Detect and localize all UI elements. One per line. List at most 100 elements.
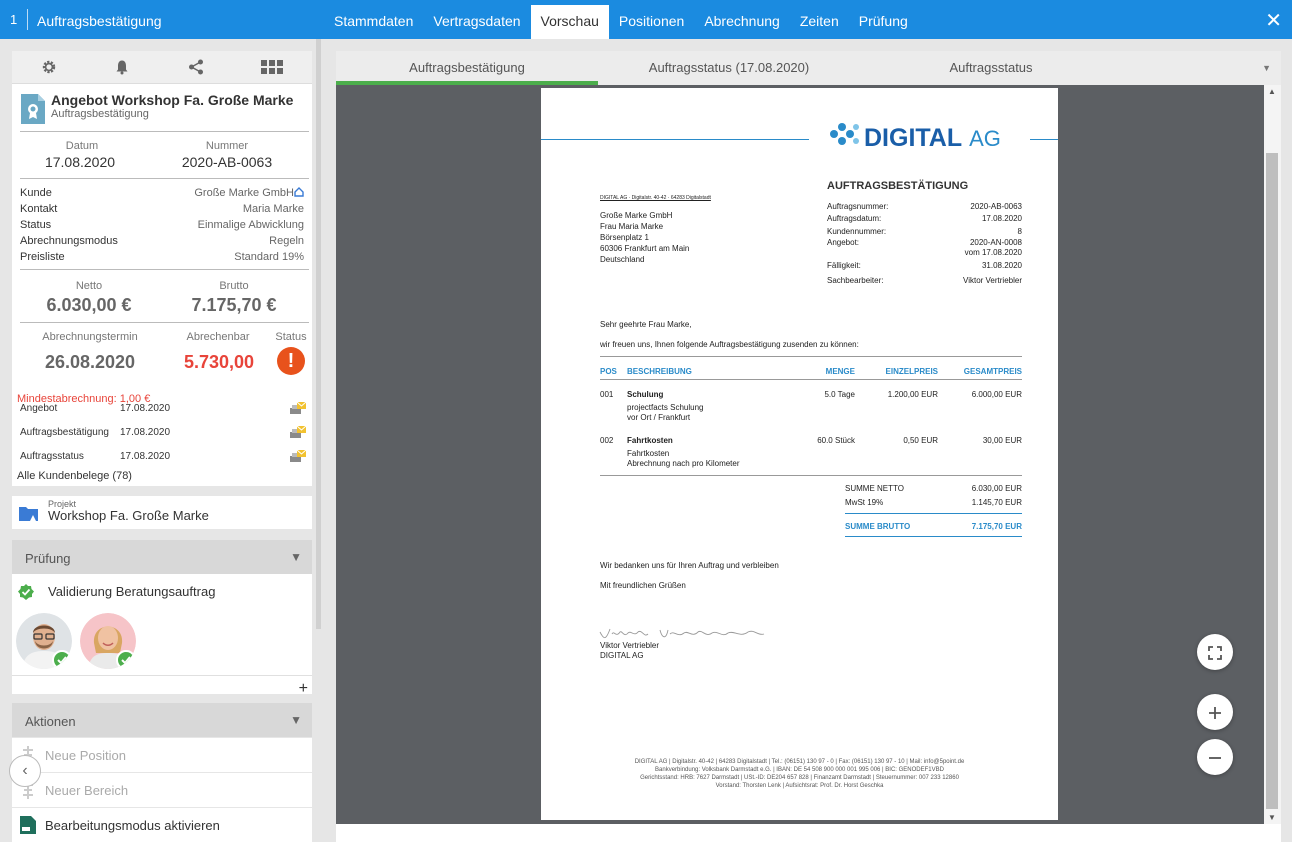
divider [12, 675, 312, 676]
sum-rule [845, 536, 1022, 537]
avatar[interactable] [16, 613, 72, 669]
zoom-in-button[interactable] [1197, 694, 1233, 730]
beleg-row[interactable]: Auftragsstatus 17.08.2020 [20, 449, 306, 467]
print-mail-icon[interactable] [290, 401, 306, 417]
address-line: Börsenplatz 1 [600, 233, 649, 242]
row-desc: vor Ort / Frankfurt [627, 413, 691, 422]
alle-kundenbelege-link[interactable]: Alle Kundenbelege (78) [17, 470, 132, 482]
action-neuer-bereich[interactable]: Neuer Bereich [12, 772, 312, 806]
company-logo: DIGITAL AG [864, 124, 1001, 153]
field-kunde: Kunde Große Marke GmbH [20, 187, 304, 199]
nummer-label: Nummer [205, 140, 249, 152]
info-value: 8 [1017, 227, 1022, 236]
project-card[interactable]: Projekt Workshop Fa. Große Marke [12, 496, 312, 529]
collapse-icon[interactable]: ▼ [290, 713, 302, 727]
section-title: Aktionen [25, 714, 76, 729]
project-value[interactable]: Workshop Fa. Große Marke [48, 508, 209, 523]
fullscreen-button[interactable] [1197, 634, 1233, 670]
preview-panel: Auftragsbestätigung Auftragsstatus (17.0… [336, 51, 1281, 842]
dropdown-icon[interactable]: ▼ [1262, 63, 1271, 73]
panel-splitter[interactable] [316, 39, 321, 629]
datum-label: Datum [65, 140, 99, 152]
footer-line: Bankverbindung: Volksbank Darmstadt e.G.… [655, 767, 944, 773]
aktionen-header[interactable]: Aktionen ▼ [12, 703, 312, 737]
action-label: Bearbeitungsmodus aktivieren [45, 818, 220, 833]
table-rule [600, 356, 1022, 357]
row-menge: 60.0 Stück [817, 436, 855, 445]
warning-icon[interactable]: ! [277, 347, 305, 375]
footer-line: Vorstand: Thorsten Lenk | Aufsichtsrat: … [715, 783, 884, 789]
fullscreen-icon [1208, 646, 1222, 660]
row-menge: 5.0 Tage [824, 390, 855, 399]
sum-rule [845, 513, 1022, 514]
beleg-name: Angebot [20, 403, 58, 414]
row-pos: 001 [600, 390, 614, 399]
netto-label: Netto [75, 280, 103, 292]
tab-pruefung[interactable]: Prüfung [849, 5, 918, 39]
col-header-pos: POS [600, 367, 617, 376]
viewer-scrollbar[interactable]: ▲ ▼ [1264, 85, 1281, 824]
edit-document-icon [20, 816, 36, 834]
collapse-icon[interactable]: ▼ [290, 550, 302, 564]
pruefung-card: Prüfung ▼ Validierung Beratungsauftrag + [12, 540, 312, 697]
scrollbar-thumb[interactable] [1266, 153, 1278, 809]
netto-value: 6.030,00 € [46, 295, 132, 315]
beleg-row[interactable]: Auftragsbestätigung 17.08.2020 [20, 425, 306, 443]
greeting: Sehr geehrte Frau Marke, [600, 320, 692, 329]
tab-zeiten[interactable]: Zeiten [790, 5, 849, 39]
tab-abrechnung[interactable]: Abrechnung [694, 5, 790, 39]
home-icon[interactable] [294, 187, 304, 197]
field-status: Status Einmalige Abwicklung [20, 219, 304, 231]
beleg-name: Auftragsbestätigung [20, 427, 109, 438]
action-label: Neue Position [45, 748, 126, 763]
plus-icon [1209, 707, 1221, 719]
letterhead-line [541, 139, 809, 140]
zoom-out-button[interactable] [1197, 739, 1233, 775]
add-icon[interactable]: + [299, 680, 308, 698]
section-title: Prüfung [25, 551, 71, 566]
tab-vorschau[interactable]: Vorschau [530, 5, 609, 39]
address-line: Deutschland [600, 255, 645, 264]
tab-stammdaten[interactable]: Stammdaten [324, 5, 423, 39]
beleg-row[interactable]: Angebot 17.08.2020 [20, 401, 306, 419]
row-desc: Abrechnung nach pro Kilometer [627, 459, 740, 468]
gear-icon[interactable] [41, 59, 57, 75]
grid-icon[interactable] [261, 59, 284, 75]
preview-tab-auftragsbestaetigung[interactable]: Auftragsbestätigung [336, 51, 598, 85]
field-label: Abrechnungsmodus [20, 235, 118, 247]
tab-positionen[interactable]: Positionen [609, 5, 694, 39]
scroll-down-icon[interactable]: ▼ [1268, 813, 1276, 822]
footer-line: Gerichtsstand: HRB: 7627 Darmstadt | USt… [640, 775, 959, 781]
print-mail-icon[interactable] [290, 449, 306, 465]
nummer-value: 2020-AB-0063 [181, 154, 273, 170]
intro: wir freuen uns, Ihnen folgende Auftragsb… [600, 340, 859, 349]
preview-tab-auftragsstatus[interactable]: Auftragsstatus [860, 51, 1122, 85]
signer-company: DIGITAL AG [600, 651, 644, 660]
info-row: Sachbearbeiter: Viktor Vertriebler [827, 275, 1022, 286]
tab-vertragsdaten[interactable]: Vertragsdaten [423, 5, 530, 39]
field-value[interactable]: Große Marke GmbH [194, 187, 294, 199]
sum-brutto-value: 7.175,70 EUR [971, 522, 1022, 531]
folder-icon [19, 507, 38, 521]
chevron-left-icon[interactable]: ‹ [9, 755, 41, 787]
action-bearbeitungsmodus[interactable]: Bearbeitungsmodus aktivieren [12, 807, 312, 841]
scroll-up-icon[interactable]: ▲ [1268, 87, 1276, 96]
avatar[interactable] [80, 613, 136, 669]
preview-tab-auftragsstatus-dated[interactable]: Auftragsstatus (17.08.2020) [598, 51, 860, 85]
status-label: Status [275, 331, 307, 343]
mwst-label: MwSt 19% [845, 498, 884, 507]
sum-brutto-label: SUMME BRUTTO [845, 522, 911, 531]
info-key: Kundennummer: [827, 227, 887, 236]
bell-icon[interactable] [114, 59, 130, 75]
letterhead-line [1030, 139, 1058, 140]
print-mail-icon[interactable] [290, 425, 306, 441]
field-value[interactable]: Maria Marke [243, 203, 304, 215]
sum-netto-label: SUMME NETTO [845, 484, 904, 493]
table-rule [600, 379, 1022, 380]
share-icon[interactable] [188, 59, 204, 75]
close-icon[interactable]: ✕ [1265, 8, 1282, 33]
info-value: Viktor Vertriebler [963, 276, 1022, 285]
pruefung-header[interactable]: Prüfung ▼ [12, 540, 312, 574]
action-neue-position[interactable]: Neue Position [12, 737, 312, 771]
regards: Mit freundlichen Grüßen [600, 581, 686, 590]
